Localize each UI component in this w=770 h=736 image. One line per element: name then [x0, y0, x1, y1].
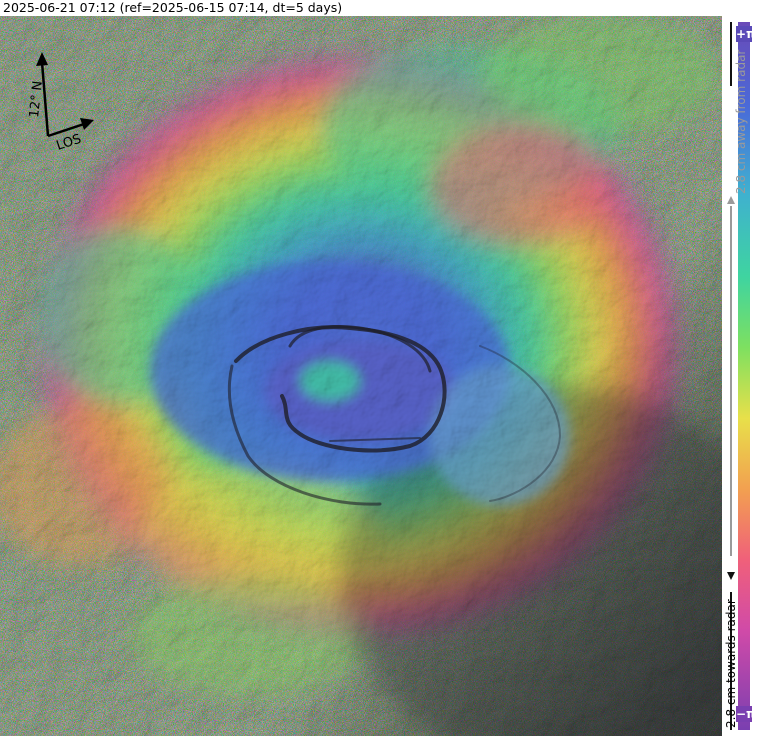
colorbar-lower-text: 2.8 cm towards radar: [724, 599, 738, 728]
away-guide-line: [730, 22, 732, 86]
away-arrow-icon: [727, 196, 735, 204]
colorbar-upper-text: 2.8 cm away from radar: [734, 49, 748, 194]
towards-arrow-icon: [727, 572, 735, 580]
los-arrow-head: [80, 118, 94, 130]
north-label: 12° N: [27, 80, 46, 118]
los-label: LOS: [55, 132, 84, 150]
orientation-arrows: 12° N LOS: [27, 52, 94, 150]
colorbar-top-label: +π: [736, 26, 756, 42]
colorbar-panel: +π −π 2.8 cm away from radar 2.8 cm towa…: [722, 16, 770, 736]
image-title: 2025-06-21 07:12 (ref=2025-06-15 07:14, …: [3, 0, 343, 15]
north-arrow-head: [36, 52, 48, 66]
away-guide-line-gray: [730, 206, 732, 556]
title-bar: 2025-06-21 07:12 (ref=2025-06-15 07:14, …: [0, 0, 722, 16]
interferogram-map: 12° N LOS: [0, 16, 722, 736]
colorbar-bottom-label: −π: [736, 706, 756, 722]
